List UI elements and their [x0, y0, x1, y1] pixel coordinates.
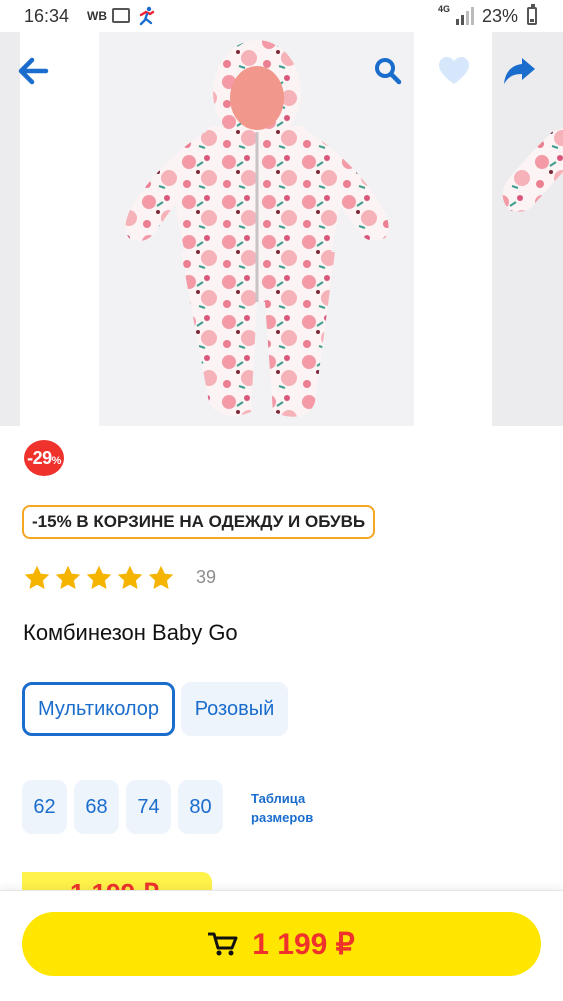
rating-stars[interactable]: [23, 563, 178, 593]
product-gallery[interactable]: [0, 32, 563, 426]
network-type: 4G: [438, 4, 451, 14]
gallery-prev-slide[interactable]: [0, 32, 20, 426]
share-icon[interactable]: [502, 54, 536, 88]
battery-percent: 23%: [482, 6, 519, 26]
status-bar: 16:34 WB 4G 23%: [0, 0, 563, 32]
promo-label[interactable]: -15% В КОРЗИНЕ НА ОДЕЖДУ И ОБУВЬ: [22, 505, 376, 539]
image-notification-icon: [112, 8, 130, 23]
color-option-pink[interactable]: Розовый: [181, 682, 288, 736]
size-option-74[interactable]: 74: [126, 780, 171, 834]
discount-badge: -29%: [24, 440, 64, 476]
size-option-62[interactable]: 62: [22, 780, 67, 834]
heart-icon[interactable]: [437, 54, 471, 88]
status-time: 16:34: [24, 6, 70, 26]
star-icon: [55, 565, 81, 589]
star-icon: [148, 565, 174, 589]
cart-icon: [208, 932, 238, 956]
carrier-badge: WB: [87, 9, 107, 23]
size-table-link[interactable]: Таблица размеров: [251, 789, 313, 827]
product-title: Комбинезон Baby Go: [23, 620, 238, 645]
add-to-cart-button[interactable]: 1 199 ₽: [22, 912, 541, 976]
snowsuit-image: [125, 40, 389, 417]
battery-icon: [527, 4, 537, 25]
star-icon: [117, 565, 143, 589]
back-arrow-icon[interactable]: [16, 54, 50, 88]
price-partial: 1 199 ₽: [70, 880, 159, 890]
star-icon: [86, 565, 112, 589]
review-count[interactable]: 39: [196, 567, 216, 588]
price-strip: 1 199 ₽: [22, 872, 212, 890]
signal-icon: [456, 7, 474, 25]
color-option-multicolor[interactable]: Мультиколор: [22, 682, 175, 736]
gallery-main-image[interactable]: [99, 32, 414, 426]
gallery-next-slide[interactable]: [492, 32, 563, 426]
cart-button-price: 1 199 ₽: [252, 927, 355, 961]
size-option-80[interactable]: 80: [178, 780, 223, 834]
star-icon: [24, 565, 50, 589]
running-man-icon: [139, 6, 155, 26]
search-icon[interactable]: [373, 56, 403, 86]
size-option-68[interactable]: 68: [74, 780, 119, 834]
